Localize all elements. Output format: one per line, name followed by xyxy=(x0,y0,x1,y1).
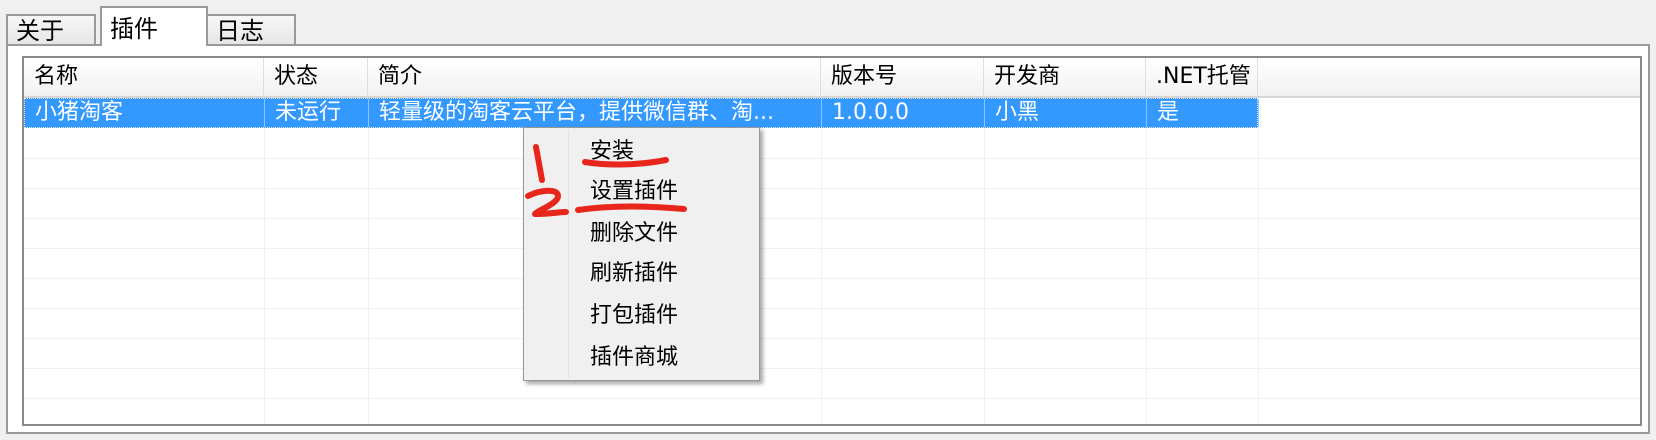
menu-item-plugin-store[interactable]: 插件商城 xyxy=(524,338,757,378)
grid-line xyxy=(24,218,1640,219)
grid-line xyxy=(264,128,265,424)
grid-line xyxy=(24,338,1640,339)
menu-item-refresh-plugins[interactable]: 刷新插件 xyxy=(524,254,757,294)
column-header-dotnet-managed[interactable]: .NET托管 xyxy=(1146,58,1258,96)
column-header-version[interactable]: 版本号 xyxy=(821,58,984,96)
tab-label: 插件 xyxy=(110,15,158,43)
grid-line xyxy=(24,188,1640,189)
grid-line xyxy=(984,128,985,424)
tab-label: 日志 xyxy=(216,17,264,45)
column-header-developer[interactable]: 开发商 xyxy=(984,58,1146,96)
menu-item-install[interactable]: 安装 xyxy=(524,132,757,172)
tab-label: 关于 xyxy=(16,17,64,45)
cell-description: 轻量级的淘客云平台，提供微信群、淘... xyxy=(369,99,822,127)
grid-line xyxy=(1258,128,1259,424)
context-menu: 安装 设置插件 删除文件 刷新插件 打包插件 插件商城 xyxy=(523,127,760,381)
column-header-status[interactable]: 状态 xyxy=(264,58,368,96)
grid-line xyxy=(24,308,1640,309)
tab-log[interactable]: 日志 xyxy=(206,14,296,45)
tab-bar: 关于 插件 日志 xyxy=(6,6,1646,46)
column-header-name[interactable]: 名称 xyxy=(24,58,264,96)
grid-line xyxy=(368,128,369,424)
tab-plugins[interactable]: 插件 xyxy=(100,6,208,46)
cell-dotnet-managed: 是 xyxy=(1147,99,1259,127)
table-row[interactable]: 小猪淘客 未运行 轻量级的淘客云平台，提供微信群、淘... 1.0.0.0 小黑… xyxy=(24,98,1259,128)
cell-name: 小猪淘客 xyxy=(25,99,265,127)
tab-about[interactable]: 关于 xyxy=(6,14,96,45)
plugins-panel: 名称 状态 简介 版本号 开发商 .NET托管 小猪淘客 未运行 轻量级的淘客云… xyxy=(6,44,1650,434)
menu-item-delete-files[interactable]: 删除文件 xyxy=(524,214,757,254)
menu-item-plugin-settings[interactable]: 设置插件 xyxy=(524,172,757,212)
grid-line xyxy=(24,158,1640,159)
list-header: 名称 状态 简介 版本号 开发商 .NET托管 xyxy=(24,58,1640,98)
cell-status: 未运行 xyxy=(265,99,369,127)
cell-developer: 小黑 xyxy=(985,99,1147,127)
grid-line xyxy=(24,248,1640,249)
column-header-description[interactable]: 简介 xyxy=(368,58,821,96)
menu-item-package-plugin[interactable]: 打包插件 xyxy=(524,296,757,336)
grid-line xyxy=(24,278,1640,279)
grid-line xyxy=(24,398,1640,399)
grid-line xyxy=(24,368,1640,369)
cell-version: 1.0.0.0 xyxy=(822,99,985,127)
grid-line xyxy=(1146,128,1147,424)
plugin-list[interactable]: 名称 状态 简介 版本号 开发商 .NET托管 小猪淘客 未运行 轻量级的淘客云… xyxy=(22,56,1642,426)
grid-line xyxy=(821,128,822,424)
